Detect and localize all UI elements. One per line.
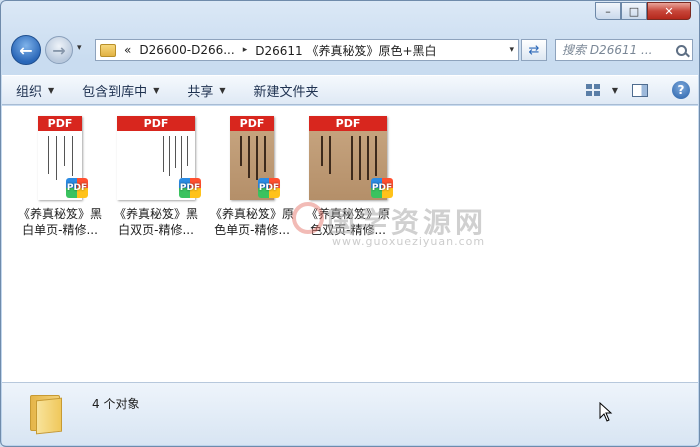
item-count: 4 个对象 [92,397,140,411]
pdf-app-icon: PDF [258,178,280,198]
chevron-right-icon[interactable]: ▸ [243,45,248,55]
forward-button[interactable]: → [45,36,73,64]
recent-pages-dropdown[interactable]: ▾ [77,43,82,53]
caret-down-icon: ▼ [153,85,160,95]
navigation-bar: ← → ▾ « D26600-D266... ▸ D26611 《养真秘笈》原色… [9,35,693,65]
breadcrumb-item-parent[interactable]: D26600-D266... [139,43,234,57]
pdf-thumbnail: PDF PDF [38,116,88,200]
view-options-dropdown[interactable]: ▼ [612,86,618,95]
pdf-app-icon: PDF [179,178,201,198]
watermark-logo [292,202,324,234]
preview-pane-icon[interactable] [632,83,648,97]
pdf-app-icon: PDF [371,178,393,198]
folder-icon [100,43,116,57]
pdf-label: PDF [38,116,82,131]
file-item[interactable]: PDF PDF 《养真秘笈》原色单页-精修... [206,112,298,238]
explorer-window: – □ ✕ ← → ▾ « D26600-D266... ▸ D26611 《养… [0,0,700,447]
caption-buttons: – □ ✕ [595,2,691,20]
pdf-thumbnail: PDF PDF [117,116,201,200]
close-button[interactable]: ✕ [647,2,691,20]
address-bar[interactable]: « D26600-D266... ▸ D26611 《养真秘笈》原色+黑白 ▾ [95,39,519,61]
caret-down-icon: ▼ [48,85,55,95]
organize-menu[interactable]: 组织 ▼ [2,76,68,104]
pdf-thumbnail: PDF PDF [309,116,393,200]
mouse-cursor-icon [599,402,613,422]
help-icon[interactable]: ? [672,81,690,99]
new-folder-button[interactable]: 新建文件夹 [240,76,333,104]
command-toolbar: 组织 ▼ 包含到库中 ▼ 共享 ▼ 新建文件夹 ▼ ? [2,75,698,105]
share-label: 共享 [187,84,214,100]
breadcrumb-overflow[interactable]: « [124,43,131,57]
file-item[interactable]: PDF PDF 《养真秘笈》黑白双页-精修... [110,112,202,238]
toolbar-right: ▼ ? [585,76,690,104]
folder-icon [30,393,64,435]
include-in-library-label: 包含到库中 [82,84,148,100]
page-script [317,136,379,180]
watermark-url: www.guoxueziyuan.com [332,235,486,248]
file-item[interactable]: PDF PDF 《养真秘笈》黑白单页-精修... [14,112,106,238]
search-input[interactable] [556,43,674,57]
pdf-app-icon: PDF [66,178,88,198]
breadcrumb-item-current[interactable]: D26611 《养真秘笈》原色+黑白 [255,42,436,59]
search-box[interactable] [555,39,693,61]
view-options-icon[interactable] [585,84,600,96]
page-script [46,136,74,180]
include-in-library-menu[interactable]: 包含到库中 ▼ [68,76,173,104]
pdf-thumbnail: PDF PDF [230,116,280,200]
file-list[interactable]: PDF PDF 《养真秘笈》黑白单页-精修... PDF PDF 《养真秘笈》黑… [2,106,698,382]
maximize-button[interactable]: □ [621,2,647,20]
refresh-button[interactable]: ⇄ [521,39,547,61]
breadcrumb: « D26600-D266... ▸ D26611 《养真秘笈》原色+黑白 [116,42,437,59]
file-name[interactable]: 《养真秘笈》黑白双页-精修... [110,206,202,238]
share-menu[interactable]: 共享 ▼ [173,76,239,104]
file-name[interactable]: 《养真秘笈》原色单页-精修... [206,206,298,238]
page-script [125,136,188,178]
new-folder-label: 新建文件夹 [253,84,319,100]
caret-down-icon: ▼ [219,85,226,95]
address-dropdown[interactable]: ▾ [509,45,514,55]
organize-label: 组织 [16,84,43,100]
search-icon[interactable] [676,44,687,56]
back-button[interactable]: ← [11,35,41,65]
page-script [238,136,266,180]
file-name[interactable]: 《养真秘笈》黑白单页-精修... [14,206,106,238]
pdf-label: PDF [230,116,274,131]
status-bar: 4 个对象 [2,382,698,445]
pdf-label: PDF [309,116,387,131]
pdf-label: PDF [117,116,195,131]
minimize-button[interactable]: – [595,2,621,20]
